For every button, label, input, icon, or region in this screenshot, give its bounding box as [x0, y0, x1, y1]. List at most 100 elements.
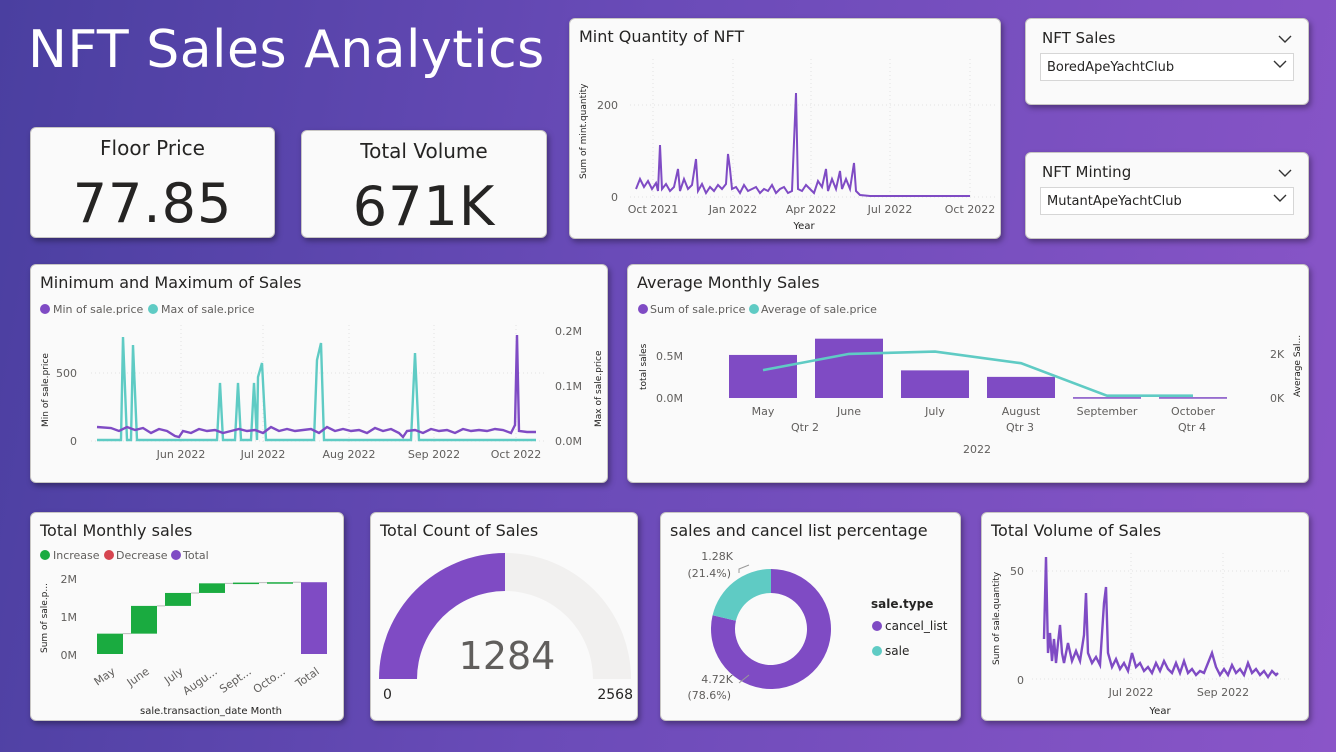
avg-bars: [729, 338, 1227, 399]
legend-dot-min: [40, 304, 50, 314]
waterfall-bar-0: [97, 633, 123, 654]
donut-label-cancel: 4.72K: [701, 673, 733, 686]
nft-sales-slicer-label: NFT Sales: [1042, 29, 1116, 47]
avg-bar-august: [987, 376, 1055, 398]
mint-xtick-apr22: Apr 2022: [786, 203, 837, 216]
gauge-chart-svg: 1284 0 2568: [379, 553, 633, 703]
volume-ytick-50: 50: [1010, 565, 1024, 578]
avg-xlabels: May June July August September October: [752, 405, 1216, 418]
mint-xtick-oct22: Oct 2022: [945, 203, 996, 216]
waterfall-bar-5: [267, 582, 293, 584]
total-volume-label: Total Volume: [360, 139, 488, 163]
waterfall-xtick-1: June: [124, 665, 152, 690]
minmax-ytick-500: 500: [56, 367, 77, 380]
legend-dot-avg: [749, 304, 759, 314]
legend-min: Min of sale.price: [53, 303, 144, 316]
avg-xtick-june: June: [836, 405, 861, 418]
avg-xtick-may: May: [752, 405, 775, 418]
avg-chart-svg: Sum of sale.price Average of sale.price …: [638, 303, 1303, 456]
chevron-down-icon[interactable]: [1278, 163, 1292, 182]
legend-increase: Increase: [53, 549, 100, 562]
min-max-sales-chart[interactable]: Minimum and Maximum of Sales Min of sale…: [30, 264, 608, 483]
volume-xtick-jul: Jul 2022: [1108, 686, 1154, 699]
max-sale-line: [97, 336, 536, 442]
waterfall-xtick-6: Total: [292, 665, 321, 691]
total-volume-value: 671K: [352, 175, 496, 238]
legend-total: Total: [182, 549, 209, 562]
minmax-xtick-sep: Sep 2022: [408, 448, 460, 461]
donut-label-sale: 1.28K: [701, 550, 733, 563]
floor-price-value: 77.85: [72, 172, 233, 235]
legend-dot-total: [171, 550, 181, 560]
mint-xtick-jan22: Jan 2022: [708, 203, 757, 216]
nft-minting-slicer[interactable]: NFT Minting MutantApeYachtClub: [1025, 152, 1309, 239]
total-count-sales-chart[interactable]: Total Count of Sales 1284 0 2568: [370, 512, 638, 721]
waterfall-xtick-0: May: [92, 665, 118, 689]
minmax-xtick-jul: Jul 2022: [240, 448, 286, 461]
legend-dot-increase: [40, 550, 50, 560]
volume-chart-svg: 0 50 Sum of sale.quantity Jul 2022 Sep 2…: [992, 553, 1292, 717]
total-monthly-sales-chart[interactable]: Total Monthly sales Increase Decrease To…: [30, 512, 344, 721]
avg-ylabel-left: total sales: [639, 343, 649, 390]
waterfall-bar-6: [301, 582, 327, 654]
total-volume-sales-chart[interactable]: Total Volume of Sales 0 50 Sum of sale.q…: [981, 512, 1309, 721]
legend-sum: Sum of sale.price: [650, 303, 746, 316]
legend-dot-cancel: [872, 621, 882, 631]
minmax-ylabel-right: Max of sale.price: [594, 350, 604, 427]
avg-bar-october: [1159, 397, 1227, 399]
minmax-chart-svg: Min of sale.price Max of sale.price 0 50…: [40, 303, 604, 461]
mint-ylabel: Sum of mint.quantity: [579, 83, 589, 179]
donut-leader-sale: [738, 564, 750, 573]
waterfall-bar-3: [199, 583, 225, 593]
dropdown-chevron-icon[interactable]: [1273, 192, 1287, 207]
nft-minting-dropdown[interactable]: MutantApeYachtClub: [1040, 187, 1294, 215]
waterfall-bars: [97, 581, 327, 654]
volume-xtick-sep: Sep 2022: [1197, 686, 1249, 699]
mint-chart-svg: 0 200 Sum of mint.quantity Oct 2021 Jan …: [579, 59, 996, 232]
avg-xtick-september: September: [1077, 405, 1138, 418]
waterfall-bar-1: [131, 605, 157, 634]
legend-dot-decrease: [104, 550, 114, 560]
avg-ytick-0: 0.0M: [656, 392, 683, 405]
minmax-xtick-jun: Jun 2022: [156, 448, 206, 461]
avg-bar-june: [815, 338, 883, 398]
total-volume-card: Total Volume 671K: [301, 130, 547, 238]
mint-ytick-200: 200: [597, 99, 618, 112]
volume-ylabel: Sum of sale.quantity: [992, 571, 1002, 665]
waterfall-xtick-2: July: [161, 665, 186, 688]
mint-xlabel: Year: [792, 221, 815, 232]
minmax-xtick-aug: Aug 2022: [323, 448, 376, 461]
donut-chart-svg: 1.28K (21.4%) 4.72K (78.6%) sale.type ca…: [687, 550, 947, 702]
minmax-ylabel-left: Min of sale.price: [41, 353, 51, 427]
waterfall-ytick-1: 1M: [61, 611, 78, 624]
dropdown-chevron-icon[interactable]: [1273, 58, 1287, 73]
donut-label-sale-pct: (21.4%): [687, 567, 731, 580]
dashboard-title: NFT Sales Analytics: [28, 20, 545, 80]
minmax-yrtick-1: 0.1M: [555, 380, 582, 393]
waterfall-bar-4: [233, 582, 259, 585]
mint-line: [635, 92, 970, 197]
avg-bar-may: [729, 354, 797, 398]
volume-ytick-0: 0: [1017, 674, 1024, 687]
chevron-down-icon[interactable]: [1278, 29, 1292, 48]
gauge-value: 1284: [459, 634, 556, 678]
average-monthly-sales-chart[interactable]: Average Monthly Sales Sum of sale.price …: [627, 264, 1309, 483]
sales-cancel-donut-chart[interactable]: sales and cancel list percentage 1.28K (…: [660, 512, 961, 721]
waterfall-ylabel: Sum of sale.p...: [40, 583, 50, 653]
nft-sales-slicer[interactable]: NFT Sales BoredApeYachtClub: [1025, 18, 1309, 105]
avg-yrtick-0: 0K: [1270, 392, 1285, 405]
avg-qtr3: Qtr 3: [1006, 421, 1034, 434]
volume-line: [1042, 556, 1279, 680]
donut-slices: [711, 569, 831, 689]
mint-quantity-chart[interactable]: Mint Quantity of NFT 0 200 Sum of mint.q…: [569, 18, 1001, 239]
legend-avg: Average of sale.price: [761, 303, 877, 316]
mint-xtick-jul22: Jul 2022: [867, 203, 913, 216]
gauge-min: 0: [383, 687, 392, 703]
minmax-xtick-oct: Oct 2022: [491, 448, 542, 461]
mint-xtick-oct21: Oct 2021: [628, 203, 679, 216]
avg-year: 2022: [963, 443, 991, 456]
mint-ytick-0: 0: [611, 191, 618, 204]
legend-dot-sale: [872, 646, 882, 656]
nft-sales-dropdown[interactable]: BoredApeYachtClub: [1040, 53, 1294, 81]
legend-max: Max of sale.price: [161, 303, 255, 316]
